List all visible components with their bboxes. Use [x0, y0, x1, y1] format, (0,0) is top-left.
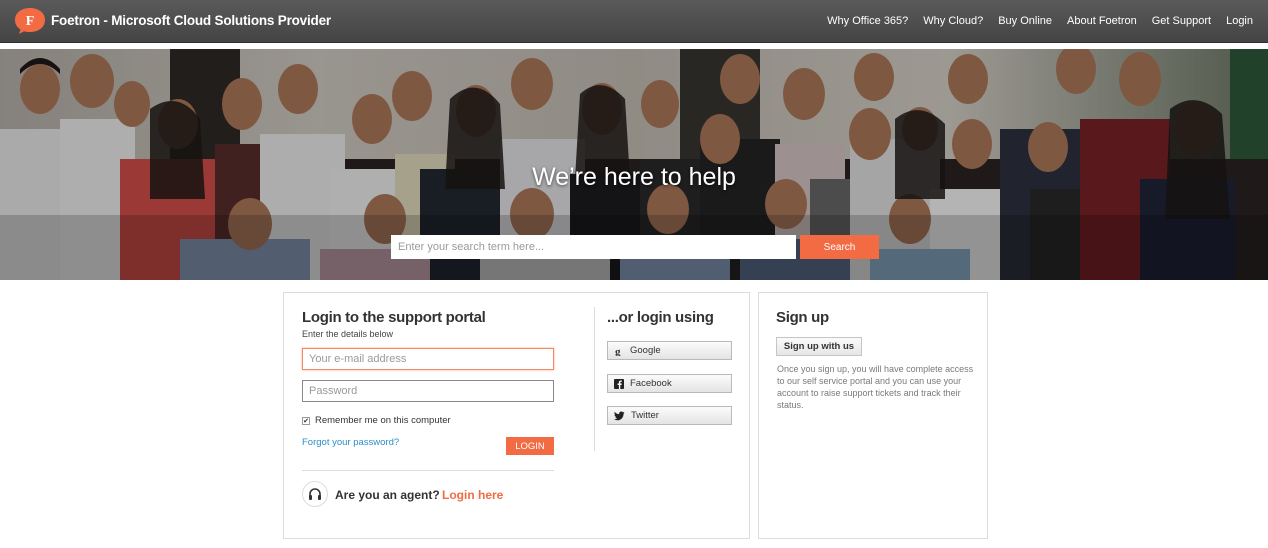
search-input[interactable]: [391, 235, 796, 259]
facebook-login-button[interactable]: Facebook: [607, 374, 732, 393]
login-button[interactable]: LOGIN: [506, 437, 554, 455]
google-icon: g: [615, 346, 621, 356]
nav-about-foetron[interactable]: About Foetron: [1067, 15, 1137, 27]
foetron-logo-icon[interactable]: F: [14, 7, 46, 35]
remember-me: ✔ Remember me on this computer: [302, 415, 451, 426]
twitter-icon: [614, 411, 625, 420]
nav-login[interactable]: Login: [1226, 15, 1253, 27]
twitter-login-label: Twitter: [631, 410, 659, 421]
top-navigation-bar: F Foetron - Microsoft Cloud Solutions Pr…: [0, 0, 1268, 43]
social-login-title: ...or login using: [607, 309, 714, 326]
facebook-icon: [614, 378, 624, 389]
signup-card: Sign up Sign up with us Once you sign up…: [758, 292, 988, 539]
nav-why-cloud[interactable]: Why Cloud?: [923, 15, 983, 27]
logo-letter: F: [26, 14, 35, 29]
signup-description: Once you sign up, you will have complete…: [777, 364, 974, 410]
hero-banner: We’re here to help Search: [0, 49, 1268, 280]
google-login-button[interactable]: g Google: [607, 341, 732, 360]
brand-title[interactable]: Foetron - Microsoft Cloud Solutions Prov…: [51, 13, 331, 28]
twitter-login-button[interactable]: Twitter: [607, 406, 732, 425]
hero-title: We’re here to help: [532, 163, 736, 191]
svg-text:g: g: [615, 346, 621, 356]
remember-checkbox[interactable]: ✔: [302, 416, 310, 425]
login-title: Login to the support portal: [302, 309, 486, 326]
nav-buy-online[interactable]: Buy Online: [998, 15, 1052, 27]
password-field[interactable]: [302, 380, 554, 402]
remember-label: Remember me on this computer: [315, 415, 451, 426]
signup-title: Sign up: [776, 309, 829, 326]
facebook-login-label: Facebook: [630, 378, 672, 389]
agent-question: Are you an agent?: [335, 488, 440, 502]
nav-why-office-365[interactable]: Why Office 365?: [827, 15, 908, 27]
divider: [302, 470, 554, 471]
google-login-label: Google: [630, 345, 661, 356]
search-button[interactable]: Search: [800, 235, 879, 259]
login-subtitle: Enter the details below: [302, 329, 394, 339]
agent-login-link[interactable]: Login here: [442, 488, 503, 502]
main-nav: Why Office 365? Why Cloud? Buy Online Ab…: [827, 15, 1253, 27]
nav-get-support[interactable]: Get Support: [1152, 15, 1211, 27]
login-card: Login to the support portal Enter the de…: [283, 292, 750, 539]
email-field[interactable]: [302, 348, 554, 370]
signup-button[interactable]: Sign up with us: [776, 337, 862, 356]
headset-icon: [302, 481, 328, 507]
vertical-divider: [594, 307, 595, 451]
forgot-password-link[interactable]: Forgot your password?: [302, 437, 399, 448]
